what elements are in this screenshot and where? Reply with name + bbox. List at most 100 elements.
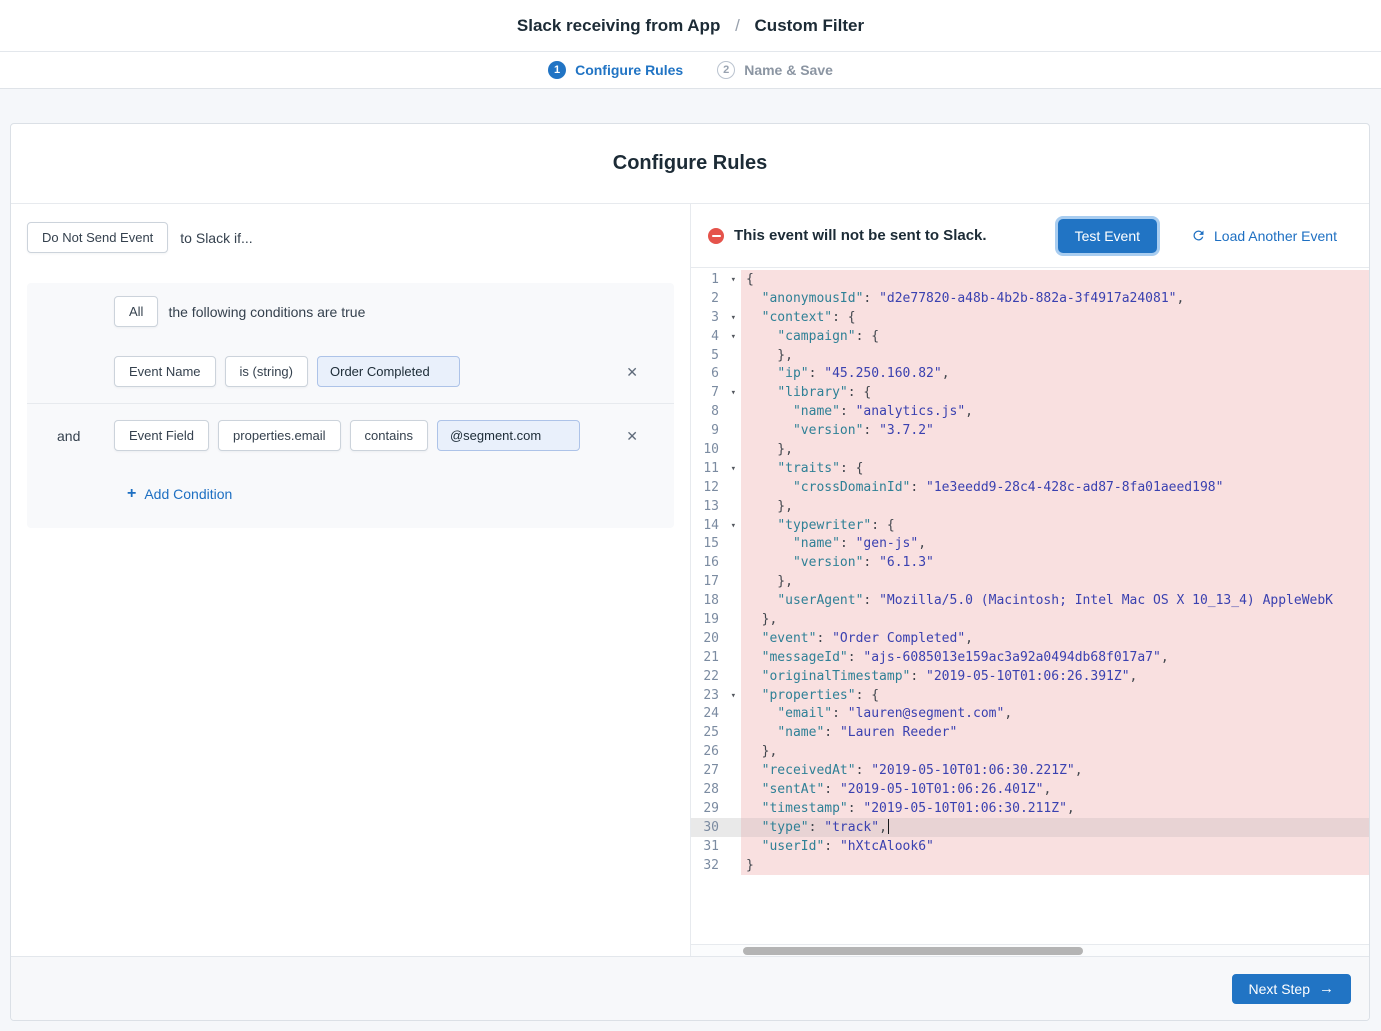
json-string-value: "2019-05-10T01:06:26.391Z" bbox=[926, 669, 1130, 684]
json-punctuation bbox=[746, 555, 793, 570]
step-1-label: Configure Rules bbox=[575, 62, 683, 78]
code-line[interactable]: 28 "sentAt": "2019-05-10T01:06:26.401Z", bbox=[691, 780, 1369, 799]
code-line[interactable]: 20 "event": "Order Completed", bbox=[691, 629, 1369, 648]
code-line[interactable]: 29 "timestamp": "2019-05-10T01:06:30.211… bbox=[691, 799, 1369, 818]
line-number: 25 bbox=[691, 723, 741, 742]
line-number: 22 bbox=[691, 667, 741, 686]
code-line[interactable]: 13 }, bbox=[691, 497, 1369, 516]
code-line[interactable]: 21 "messageId": "ajs-6085013e159ac3a92a0… bbox=[691, 648, 1369, 667]
json-punctuation: }, bbox=[746, 744, 777, 759]
breadcrumb-destination: Slack receiving from App bbox=[517, 16, 720, 35]
condition-dropdown[interactable]: is (string) bbox=[225, 356, 308, 387]
fold-arrow-icon[interactable]: ▾ bbox=[731, 328, 736, 347]
operator-dropdown[interactable]: All bbox=[114, 296, 158, 327]
code-line[interactable]: 2 "anonymousId": "d2e77820-a48b-4b2b-882… bbox=[691, 289, 1369, 308]
filter-builder-panel: Do Not Send Event to Slack if... All the… bbox=[11, 204, 691, 956]
code-line-content: "crossDomainId": "1e3eedd9-28c4-428c-ad8… bbox=[741, 478, 1369, 497]
json-punctuation bbox=[746, 329, 777, 344]
json-punctuation: : { bbox=[840, 461, 863, 476]
code-line[interactable]: 31 "userId": "hXtcAlook6" bbox=[691, 837, 1369, 856]
code-line[interactable]: 26 }, bbox=[691, 742, 1369, 761]
code-line[interactable]: 24 "email": "lauren@segment.com", bbox=[691, 704, 1369, 723]
code-line[interactable]: 4▾ "campaign": { bbox=[691, 327, 1369, 346]
json-string-value: "2019-05-10T01:06:30.221Z" bbox=[871, 763, 1075, 778]
code-line[interactable]: 32} bbox=[691, 856, 1369, 875]
code-line[interactable]: 3▾ "context": { bbox=[691, 308, 1369, 327]
code-line[interactable]: 1▾{ bbox=[691, 270, 1369, 289]
json-punctuation: , bbox=[1043, 782, 1051, 797]
json-key: "originalTimestamp" bbox=[762, 669, 911, 684]
code-line[interactable]: 23▾ "properties": { bbox=[691, 686, 1369, 705]
preview-header: This event will not be sent to Slack. Te… bbox=[691, 204, 1369, 268]
json-punctuation: : bbox=[816, 631, 832, 646]
json-string-value: "2019-05-10T01:06:26.401Z" bbox=[840, 782, 1044, 797]
code-line-content: "version": "3.7.2" bbox=[741, 421, 1369, 440]
refresh-icon bbox=[1191, 228, 1206, 243]
fold-arrow-icon[interactable]: ▾ bbox=[731, 687, 736, 706]
fold-arrow-icon[interactable]: ▾ bbox=[731, 271, 736, 290]
add-condition-label: Add Condition bbox=[144, 486, 232, 502]
fold-arrow-icon[interactable]: ▾ bbox=[731, 309, 736, 328]
code-line[interactable]: 17 }, bbox=[691, 572, 1369, 591]
next-step-button[interactable]: Next Step → bbox=[1232, 974, 1351, 1004]
json-string-value: "track" bbox=[824, 820, 879, 835]
condition-dropdown[interactable]: contains bbox=[350, 420, 428, 451]
code-line[interactable]: 27 "receivedAt": "2019-05-10T01:06:30.22… bbox=[691, 761, 1369, 780]
scrollbar-thumb[interactable] bbox=[743, 947, 1083, 955]
line-number: 5 bbox=[691, 346, 741, 365]
condition-value-input[interactable] bbox=[437, 420, 580, 451]
fold-arrow-icon[interactable]: ▾ bbox=[731, 517, 736, 536]
code-line[interactable]: 5 }, bbox=[691, 346, 1369, 365]
code-line[interactable]: 14▾ "typewriter": { bbox=[691, 516, 1369, 535]
code-line[interactable]: 12 "crossDomainId": "1e3eedd9-28c4-428c-… bbox=[691, 478, 1369, 497]
json-punctuation: : bbox=[832, 706, 848, 721]
code-line-content: "email": "lauren@segment.com", bbox=[741, 704, 1369, 723]
code-line-content: { bbox=[741, 270, 1369, 289]
code-line[interactable]: 16 "version": "6.1.3" bbox=[691, 553, 1369, 572]
condition-row: Event Name is (string) ✕ bbox=[27, 340, 674, 403]
condition-dropdown[interactable]: Event Field bbox=[114, 420, 209, 451]
json-punctuation: , bbox=[1161, 650, 1169, 665]
json-key: "event" bbox=[762, 631, 817, 646]
fold-arrow-icon[interactable]: ▾ bbox=[731, 384, 736, 403]
configure-rules-card: Configure Rules Do Not Send Event to Sla… bbox=[10, 123, 1370, 1021]
json-key: "sentAt" bbox=[762, 782, 825, 797]
add-condition-button[interactable]: + Add Condition bbox=[127, 486, 232, 502]
json-punctuation: : { bbox=[856, 688, 879, 703]
horizontal-scrollbar[interactable] bbox=[691, 945, 1369, 956]
code-line[interactable]: 22 "originalTimestamp": "2019-05-10T01:0… bbox=[691, 667, 1369, 686]
code-line[interactable]: 18 "userAgent": "Mozilla/5.0 (Macintosh;… bbox=[691, 591, 1369, 610]
json-key: "email" bbox=[777, 706, 832, 721]
json-string-value: "ajs-6085013e159ac3a92a0494db68f017a7" bbox=[863, 650, 1160, 665]
json-key: "traits" bbox=[777, 461, 840, 476]
remove-condition-icon[interactable]: ✕ bbox=[624, 363, 640, 381]
json-punctuation: : { bbox=[848, 385, 871, 400]
load-another-event-link[interactable]: Load Another Event bbox=[1191, 228, 1337, 244]
condition-dropdown[interactable]: properties.email bbox=[218, 420, 341, 451]
test-event-button[interactable]: Test Event bbox=[1058, 219, 1157, 253]
code-line[interactable]: 15 "name": "gen-js", bbox=[691, 534, 1369, 553]
condition-dropdown[interactable]: Event Name bbox=[114, 356, 216, 387]
step-configure-rules[interactable]: 1 Configure Rules bbox=[548, 61, 683, 79]
code-line[interactable]: 7▾ "library": { bbox=[691, 383, 1369, 402]
json-code-editor[interactable]: 1▾{2 "anonymousId": "d2e77820-a48b-4b2b-… bbox=[691, 268, 1369, 945]
step-name-save[interactable]: 2 Name & Save bbox=[717, 61, 833, 79]
condition-value-input[interactable] bbox=[317, 356, 460, 387]
code-line[interactable]: 19 }, bbox=[691, 610, 1369, 629]
remove-condition-icon[interactable]: ✕ bbox=[624, 427, 640, 445]
fold-arrow-icon[interactable]: ▾ bbox=[731, 460, 736, 479]
code-line-content: "library": { bbox=[741, 383, 1369, 402]
code-line-content: "ip": "45.250.160.82", bbox=[741, 364, 1369, 383]
code-line[interactable]: 30 "type": "track", bbox=[691, 818, 1369, 837]
code-line[interactable]: 9 "version": "3.7.2" bbox=[691, 421, 1369, 440]
code-line[interactable]: 8 "name": "analytics.js", bbox=[691, 402, 1369, 421]
conditions-container: Event Nameis (string)✕andEvent Fieldprop… bbox=[27, 340, 674, 467]
code-line[interactable]: 11▾ "traits": { bbox=[691, 459, 1369, 478]
code-line[interactable]: 10 }, bbox=[691, 440, 1369, 459]
json-punctuation bbox=[746, 461, 777, 476]
plus-icon: + bbox=[127, 486, 136, 502]
filter-action-dropdown[interactable]: Do Not Send Event bbox=[27, 222, 168, 253]
code-line[interactable]: 6 "ip": "45.250.160.82", bbox=[691, 364, 1369, 383]
code-line[interactable]: 25 "name": "Lauren Reeder" bbox=[691, 723, 1369, 742]
json-string-value: "1e3eedd9-28c4-428c-ad87-8fa01aeed198" bbox=[926, 480, 1223, 495]
